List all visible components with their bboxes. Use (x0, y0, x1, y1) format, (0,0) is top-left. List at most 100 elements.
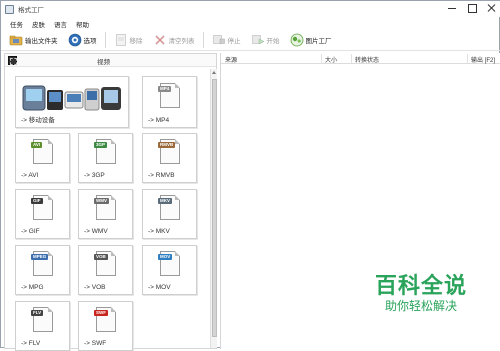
tag: AVI (31, 142, 43, 148)
app-window: 格式工厂 任务 皮肤 语言 帮助 输出文件夹 选项 移除 清空列表 停止 开始 … (0, 0, 500, 351)
start-icon (251, 35, 265, 45)
tag: WMV (94, 198, 109, 204)
clear-list-button[interactable]: 清空列表 (151, 31, 197, 49)
start-button[interactable]: 开始 (249, 31, 282, 49)
tag: VOB (94, 254, 108, 260)
column-output[interactable]: 输出 [F2] (471, 55, 495, 64)
rmvb-file-icon: RMVB (158, 139, 180, 164)
category-title: 视频 (97, 59, 110, 66)
remove-label: 移除 (129, 38, 143, 45)
clear-list-label: 清空列表 (168, 38, 195, 45)
wmv-file-icon: WMV (94, 195, 116, 220)
tile-label: -> VOB (84, 284, 106, 291)
output-folder-label: 输出文件夹 (25, 38, 58, 45)
tile-label: -> SWF (84, 340, 107, 347)
tile-flv[interactable]: FLV -> FLV (15, 301, 70, 351)
tag: SWF (94, 310, 108, 316)
menu-task[interactable]: 任务 (10, 19, 23, 29)
menu-skin[interactable]: 皮肤 (32, 19, 45, 29)
3gp-file-icon: 3GP (94, 139, 116, 164)
picture-factory-icon (290, 33, 303, 47)
column-divider (351, 54, 352, 63)
title-bar: 格式工厂 (1, 1, 500, 17)
tag: MOV (158, 254, 173, 260)
options-gear-icon (68, 33, 81, 47)
options-label: 选项 (83, 38, 97, 45)
tile-3gp[interactable]: 3GP -> 3GP (78, 133, 133, 183)
stop-button[interactable]: 停止 (210, 31, 243, 49)
options-button[interactable]: 选项 (66, 31, 99, 49)
mpg-file-icon: MPEG (31, 251, 53, 276)
remove-file-icon (115, 34, 126, 46)
tile-mpg[interactable]: MPEG -> MPG (15, 245, 70, 295)
tag: MKV (158, 198, 172, 204)
menu-language[interactable]: 语言 (54, 19, 67, 29)
picture-factory-label: 图片工厂 (305, 38, 332, 45)
tile-avi[interactable]: AVI -> AVI (15, 133, 70, 183)
column-divider (321, 54, 322, 63)
swf-file-icon: SWF (94, 307, 116, 332)
watermark-sub-text: 助你轻松解决 (384, 299, 457, 313)
column-status[interactable]: 转换状态 (355, 55, 379, 64)
task-list-header: 来源 大小 转换状态 输出 [F2] (221, 53, 500, 64)
tag: RMVB (158, 142, 176, 148)
menu-help[interactable]: 帮助 (76, 19, 89, 29)
output-folder-button[interactable]: 输出文件夹 (7, 31, 60, 49)
vob-file-icon: VOB (94, 251, 116, 276)
tile-label: -> 移动设备 (21, 117, 55, 124)
category-pane: 视频 -> 移动设备 MP4 -> MP4 AVI -> AVI 3GP -> … (4, 53, 217, 351)
clear-x-icon (154, 35, 165, 45)
tile-wmv[interactable]: WMV -> WMV (78, 189, 133, 239)
tile-label: -> RMVB (148, 172, 175, 179)
tag: GIF (31, 198, 43, 204)
toolbar: 输出文件夹 选项 移除 清空列表 停止 开始 图片工厂 (1, 30, 500, 51)
column-source[interactable]: 来源 (225, 55, 237, 64)
format-tiles: -> 移动设备 MP4 -> MP4 AVI -> AVI 3GP -> 3GP (15, 74, 205, 351)
tile-label: -> MP4 (148, 117, 170, 124)
menu-bar: 任务 皮肤 语言 帮助 (1, 17, 500, 30)
mp4-file-icon: MP4 (158, 83, 180, 108)
tile-label: -> AVI (21, 172, 39, 179)
maximize-icon[interactable] (467, 3, 477, 13)
scroll-thumb[interactable] (212, 79, 217, 337)
toolbar-separator (104, 32, 106, 48)
tile-mp4[interactable]: MP4 -> MP4 (142, 76, 197, 128)
column-size[interactable]: 大小 (325, 55, 337, 64)
category-scrollbar[interactable] (210, 69, 217, 348)
scroll-up-arrow-icon[interactable] (211, 69, 218, 76)
start-label: 开始 (266, 38, 280, 45)
tile-mobile-devices[interactable]: -> 移动设备 (15, 76, 129, 128)
app-logo-icon (5, 4, 14, 14)
stop-icon (212, 35, 225, 44)
watermark: 百科全说 助你轻松解决 (371, 274, 471, 319)
window-title: 格式工厂 (18, 7, 44, 14)
tile-label: -> MOV (148, 284, 171, 291)
category-header[interactable]: 视频 (5, 54, 216, 67)
tile-label: -> MPG (21, 284, 44, 291)
tile-mkv[interactable]: MKV -> MKV (142, 189, 197, 239)
toolbar-separator (202, 32, 204, 48)
avi-file-icon: AVI (31, 139, 53, 164)
remove-button[interactable]: 移除 (112, 31, 145, 49)
tile-label: -> WMV (84, 228, 108, 235)
tag: 3GP (94, 142, 108, 148)
tile-label: -> GIF (21, 228, 40, 235)
folder-icon (9, 35, 23, 46)
column-divider (467, 54, 468, 63)
mkv-file-icon: MKV (158, 195, 180, 220)
gif-file-icon: GIF (31, 195, 53, 220)
tile-label: -> FLV (21, 340, 41, 347)
tag: MPEG (31, 254, 49, 260)
tile-vob[interactable]: VOB -> VOB (78, 245, 133, 295)
close-icon[interactable] (487, 3, 497, 13)
tile-swf[interactable]: SWF -> SWF (78, 301, 133, 351)
minimize-icon[interactable] (447, 3, 457, 13)
window-controls (447, 3, 497, 13)
mov-file-icon: MOV (158, 251, 180, 276)
tile-gif[interactable]: GIF -> GIF (15, 189, 70, 239)
tile-mov[interactable]: MOV -> MOV (142, 245, 197, 295)
tile-rmvb[interactable]: RMVB -> RMVB (142, 133, 197, 183)
stop-label: 停止 (227, 38, 241, 45)
tile-label: -> MKV (148, 228, 170, 235)
picture-factory-button[interactable]: 图片工厂 (288, 31, 334, 49)
